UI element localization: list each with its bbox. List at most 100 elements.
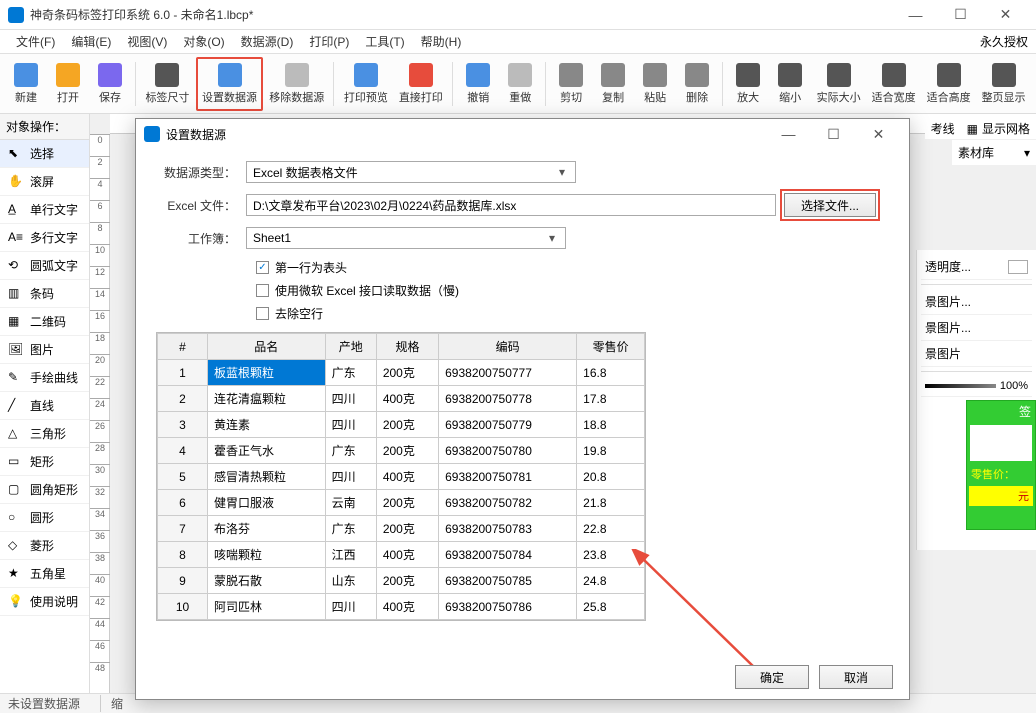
toolbar-缩小[interactable]: 缩小 [770, 57, 810, 111]
file-input[interactable]: D:\文章发布平台\2023\02月\0224\药品数据库.xlsx [246, 194, 776, 216]
refline-label[interactable]: 考线 [931, 120, 955, 137]
object-tool-圆角矩形[interactable]: ▢圆角矩形 [0, 476, 89, 504]
object-tool-手绘曲线[interactable]: ✎手绘曲线 [0, 364, 89, 392]
bg-img-btn-1[interactable]: 景图片... [925, 293, 971, 310]
type-dropdown[interactable]: Excel 数据表格文件▾ [246, 161, 576, 183]
close-button[interactable]: ✕ [983, 1, 1028, 29]
menu-help[interactable]: 帮助(H) [413, 31, 470, 52]
table-row[interactable]: 10阿司匹林四川400克693820075078625.8 [158, 594, 645, 620]
table-row[interactable]: 3黄连素四川200克693820075077918.8 [158, 412, 645, 438]
object-tool-矩形[interactable]: ▭矩形 [0, 448, 89, 476]
table-row[interactable]: 5感冒清热颗粒四川400克693820075078120.8 [158, 464, 645, 490]
maximize-button[interactable]: ☐ [938, 1, 983, 29]
toolbar-打开[interactable]: 打开 [48, 57, 88, 111]
toolbar-撤销[interactable]: 撤销 [458, 57, 498, 111]
tool-icon: ▥ [8, 286, 24, 302]
dropdown-icon: ▾ [545, 231, 559, 245]
object-tool-使用说明[interactable]: 💡使用说明 [0, 588, 89, 616]
object-panel-header: 对象操作： [0, 114, 89, 140]
ok-button[interactable]: 确定 [735, 665, 809, 689]
table-row[interactable]: 2连花清瘟颗粒四川400克693820075077817.8 [158, 386, 645, 412]
cell: 400克 [376, 542, 438, 568]
table-row[interactable]: 6健胃口服液云南200克693820075078221.8 [158, 490, 645, 516]
table-row[interactable]: 4藿香正气水广东200克693820075078019.8 [158, 438, 645, 464]
toolbar-新建[interactable]: 新建 [6, 57, 46, 111]
table-row[interactable]: 8咳喘颗粒江西400克693820075078423.8 [158, 542, 645, 568]
column-header[interactable]: 编码 [439, 334, 577, 360]
menu-tools[interactable]: 工具(T) [357, 31, 412, 52]
object-tool-三角形[interactable]: △三角形 [0, 420, 89, 448]
cell: 200克 [376, 360, 438, 386]
menu-print[interactable]: 打印(P) [301, 31, 357, 52]
opacity-slider[interactable] [925, 384, 996, 388]
table-row[interactable]: 9蒙脱石散山东200克693820075078524.8 [158, 568, 645, 594]
data-grid[interactable]: #品名产地规格编码零售价1板蓝根颗粒广东200克693820075077716.… [156, 332, 646, 621]
label-file: Excel 文件： [156, 197, 246, 214]
toolbar-粘贴[interactable]: 粘贴 [635, 57, 675, 111]
dialog-minimize-button[interactable]: — [766, 120, 811, 148]
sheet-dropdown[interactable]: Sheet1▾ [246, 227, 566, 249]
column-header[interactable]: 品名 [208, 334, 326, 360]
toolbar-实际大小[interactable]: 实际大小 [812, 57, 865, 111]
toolbar-适合高度[interactable]: 适合高度 [922, 57, 975, 111]
toolbar-设置数据源[interactable]: 设置数据源 [196, 57, 263, 111]
checkbox-first-row[interactable]: ✓ [256, 261, 269, 274]
cell: 18.8 [577, 412, 645, 438]
object-tool-直线[interactable]: ╱直线 [0, 392, 89, 420]
toolbar-保存[interactable]: 保存 [90, 57, 130, 111]
toolbar-label: 移除数据源 [269, 89, 324, 105]
toolbar-放大[interactable]: 放大 [728, 57, 768, 111]
toolbar-打印预览[interactable]: 打印预览 [339, 57, 392, 111]
browse-button[interactable]: 选择文件... [784, 193, 876, 217]
toolbar-整页显示[interactable]: 整页显示 [977, 57, 1030, 111]
annotation-arrow-icon [626, 549, 776, 679]
show-grid-label[interactable]: 显示网格 [982, 120, 1030, 137]
menu-view[interactable]: 视图(V) [119, 31, 175, 52]
object-tool-圆弧文字[interactable]: ⟲圆弧文字 [0, 252, 89, 280]
minimize-button[interactable]: — [893, 1, 938, 29]
tool-label: 使用说明 [30, 593, 78, 610]
toolbar-移除数据源[interactable]: 移除数据源 [265, 57, 328, 111]
object-tool-选择[interactable]: ⬉选择 [0, 140, 89, 168]
object-tool-单行文字[interactable]: A̲单行文字 [0, 196, 89, 224]
material-label[interactable]: 素材库 [958, 144, 994, 161]
menu-edit[interactable]: 编辑(E) [63, 31, 119, 52]
cancel-button[interactable]: 取消 [819, 665, 893, 689]
toolbar-icon [409, 63, 433, 87]
table-row[interactable]: 7布洛芬广东200克693820075078322.8 [158, 516, 645, 542]
column-header[interactable]: 产地 [325, 334, 376, 360]
object-tool-二维码[interactable]: ▦二维码 [0, 308, 89, 336]
cell: 板蓝根颗粒 [208, 360, 326, 386]
column-header[interactable]: # [158, 334, 208, 360]
toolbar-icon [218, 63, 242, 87]
object-tool-滚屏[interactable]: ✋滚屏 [0, 168, 89, 196]
checkbox-use-ms[interactable] [256, 284, 269, 297]
dialog-maximize-button[interactable]: ☐ [811, 120, 856, 148]
object-tool-条码[interactable]: ▥条码 [0, 280, 89, 308]
opacity-btn[interactable]: 透明度... [925, 258, 971, 275]
bg-img-btn-2[interactable]: 景图片... [925, 319, 971, 336]
table-row[interactable]: 1板蓝根颗粒广东200克693820075077716.8 [158, 360, 645, 386]
object-tool-圆形[interactable]: ○圆形 [0, 504, 89, 532]
toolbar-复制[interactable]: 复制 [593, 57, 633, 111]
bg-img-btn-3[interactable]: 景图片 [925, 345, 961, 362]
object-tool-图片[interactable]: 🖼图片 [0, 336, 89, 364]
menu-file[interactable]: 文件(F) [8, 31, 63, 52]
toolbar-适合宽度[interactable]: 适合宽度 [867, 57, 920, 111]
object-tool-多行文字[interactable]: A≡多行文字 [0, 224, 89, 252]
toolbar-剪切[interactable]: 剪切 [551, 57, 591, 111]
toolbar-重做[interactable]: 重做 [500, 57, 540, 111]
datasource-dialog: 设置数据源 — ☐ ✕ 数据源类型： Excel 数据表格文件▾ Excel 文… [135, 118, 910, 700]
column-header[interactable]: 规格 [376, 334, 438, 360]
toolbar-直接打印[interactable]: 直接打印 [394, 57, 447, 111]
object-tool-五角星[interactable]: ★五角星 [0, 560, 89, 588]
dropdown-icon[interactable]: ▾ [1024, 146, 1030, 160]
object-tool-菱形[interactable]: ◇菱形 [0, 532, 89, 560]
toolbar-删除[interactable]: 删除 [677, 57, 717, 111]
column-header[interactable]: 零售价 [577, 334, 645, 360]
checkbox-remove-blank[interactable] [256, 307, 269, 320]
dialog-close-button[interactable]: ✕ [856, 120, 901, 148]
toolbar-标签尺寸[interactable]: 标签尺寸 [141, 57, 194, 111]
menu-datasource[interactable]: 数据源(D) [233, 31, 302, 52]
menu-object[interactable]: 对象(O) [175, 31, 232, 52]
